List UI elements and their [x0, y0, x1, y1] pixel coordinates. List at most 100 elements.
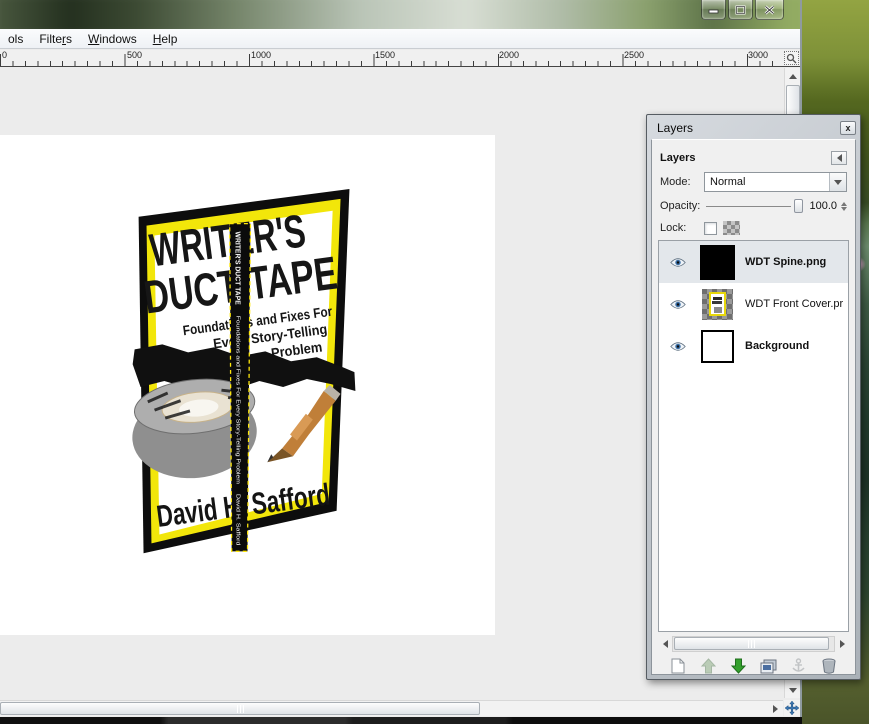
close-button[interactable] — [755, 0, 784, 20]
eye-icon — [670, 299, 686, 310]
right-arrow-icon — [773, 705, 778, 713]
layer-thumbnail — [702, 289, 733, 320]
opacity-value: 100.0 — [805, 200, 839, 212]
slider-track — [706, 206, 791, 207]
delete-layer-button[interactable] — [817, 656, 841, 676]
canvas-pan-button[interactable] — [784, 700, 800, 716]
lower-layer-icon — [731, 658, 746, 674]
scroll-thumb[interactable] — [674, 637, 829, 650]
lower-layer-button[interactable] — [726, 656, 750, 676]
spine-layer[interactable]: WRITER'S DUCT TAPE Foundations and Fixes… — [230, 224, 251, 552]
duplicate-layer-button[interactable] — [757, 656, 781, 676]
horizontal-scrollbar[interactable] — [0, 700, 783, 716]
titlebar-glass — [0, 0, 800, 29]
down-arrow-icon — [789, 688, 797, 693]
scroll-grip — [237, 705, 244, 713]
maximize-icon — [735, 5, 746, 15]
panel-menu-button[interactable] — [831, 151, 847, 165]
ruler-label: 500 — [127, 50, 142, 60]
canvas-page: WRITER'S DUCT TAPE Foundations and Fixes… — [0, 135, 495, 635]
layer-list-scrollbar[interactable] — [658, 636, 849, 652]
eye-icon — [670, 257, 686, 268]
mode-dropdown-button[interactable] — [829, 173, 846, 191]
layer-row-front-cover[interactable]: WDT Front Cover.pr — [659, 283, 848, 325]
mode-value: Normal — [705, 176, 829, 188]
raise-layer-button[interactable] — [696, 656, 720, 676]
layers-dialog-title: Layers — [651, 121, 840, 135]
ruler-row: 0 500 1000 1500 2000 2500 3000 — [0, 50, 800, 67]
scroll-left-button[interactable] — [658, 637, 672, 651]
layer-name[interactable]: WDT Spine.png — [745, 256, 826, 268]
scroll-right-button[interactable] — [835, 637, 849, 651]
menu-bar: ols Filters Windows Help — [0, 29, 800, 49]
eye-icon — [670, 341, 686, 352]
mode-label: Mode: — [660, 176, 704, 188]
slider-thumb[interactable] — [794, 199, 803, 213]
horizontal-scroll-thumb[interactable] — [0, 702, 480, 715]
visibility-toggle[interactable] — [659, 341, 697, 352]
layer-row-spine[interactable]: WDT Spine.png — [659, 241, 848, 283]
magnifier-icon — [786, 53, 797, 64]
spine-author-text: David H. Safford — [235, 494, 241, 546]
zoom-region-button[interactable] — [784, 51, 799, 65]
minimize-button[interactable] — [701, 0, 726, 20]
anchor-icon — [791, 658, 806, 674]
mode-dropdown[interactable]: Normal — [704, 172, 847, 192]
duplicate-layer-icon — [760, 659, 777, 674]
ruler-label: 1500 — [375, 50, 395, 60]
new-layer-icon — [671, 658, 685, 674]
menu-item-tools-partial[interactable]: ols — [0, 30, 31, 48]
scroll-grip — [748, 640, 755, 648]
menu-item-filters[interactable]: Filters — [31, 30, 80, 48]
spinner-up-icon — [841, 202, 847, 206]
visibility-toggle[interactable] — [659, 299, 697, 310]
visibility-toggle[interactable] — [659, 257, 697, 268]
layer-name[interactable]: Background — [745, 340, 809, 352]
trash-icon — [822, 658, 836, 674]
horizontal-ruler[interactable]: 0 500 1000 1500 2000 2500 3000 — [0, 50, 783, 66]
chevron-down-icon — [834, 180, 842, 185]
layers-dialog-close-button[interactable]: x — [840, 121, 856, 135]
lock-label: Lock: — [660, 222, 704, 234]
layer-thumbnail — [701, 330, 734, 363]
opacity-slider[interactable] — [704, 198, 805, 214]
spine-title-text: WRITER'S DUCT TAPE — [234, 232, 241, 306]
ruler-label: 1000 — [251, 50, 271, 60]
raise-layer-icon — [701, 658, 716, 674]
ruler-label: 3000 — [748, 50, 768, 60]
layers-dialog-titlebar[interactable]: Layers x — [651, 118, 856, 138]
layer-action-buttons — [658, 656, 849, 676]
layer-name[interactable]: WDT Front Cover.pr — [745, 298, 843, 310]
layers-panel-label: Layers — [660, 152, 831, 164]
lock-alpha-icon[interactable] — [723, 221, 740, 235]
book-cover-art: WRITER'S DUCT TAPE Foundations and Fixes… — [0, 135, 495, 635]
window-titlebar[interactable] — [0, 0, 800, 29]
menu-item-windows[interactable]: Windows — [80, 30, 145, 48]
scroll-right-button[interactable] — [768, 702, 782, 716]
layer-row-background[interactable]: Background — [659, 325, 848, 367]
desktop: ols Filters Windows Help 0 500 1000 1500… — [0, 0, 869, 724]
new-layer-button[interactable] — [666, 656, 690, 676]
four-way-arrows-icon — [785, 701, 799, 715]
spine-subtitle-text: Foundations and Fixes For Every Story-Te… — [235, 316, 241, 485]
lower-window-edge — [0, 717, 802, 724]
opacity-spinner[interactable] — [841, 202, 847, 211]
window-controls — [701, 0, 786, 20]
scroll-down-button[interactable] — [786, 683, 800, 697]
opacity-label: Opacity: — [660, 200, 704, 212]
menu-item-help[interactable]: Help — [145, 30, 186, 48]
maximize-button[interactable] — [728, 0, 753, 20]
scroll-up-button[interactable] — [786, 69, 800, 83]
right-arrow-icon — [840, 640, 845, 648]
layers-dialog-body: Layers Mode: Normal Opacity: — [651, 139, 856, 675]
lock-checkbox[interactable] — [704, 222, 717, 235]
layers-dialog[interactable]: Layers x Layers Mode: Normal Opacity: — [646, 114, 861, 680]
anchor-layer-button[interactable] — [787, 656, 811, 676]
left-arrow-icon — [837, 154, 842, 162]
layer-list: WDT Spine.png WDT Front Cover.pr — [658, 240, 849, 632]
up-arrow-icon — [789, 74, 797, 79]
layer-thumbnail — [700, 245, 735, 280]
minimize-icon — [708, 5, 719, 14]
close-icon — [764, 5, 775, 15]
ruler-label: 0 — [2, 50, 7, 60]
